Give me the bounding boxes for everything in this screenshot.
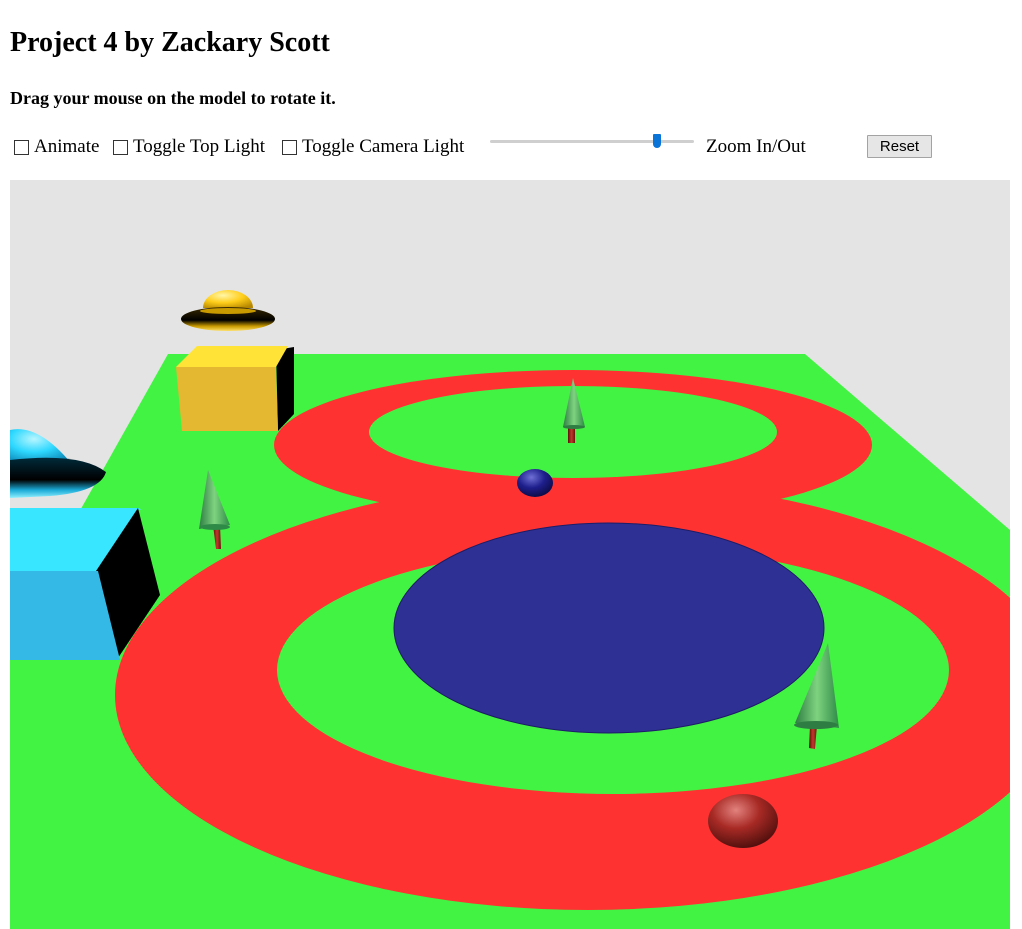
animate-label: Animate xyxy=(34,136,100,157)
cyan-ufo xyxy=(10,429,106,498)
camera-light-label: Toggle Camera Light xyxy=(302,136,465,157)
reset-button[interactable]: Reset xyxy=(867,135,932,158)
pond xyxy=(393,522,825,734)
top-light-toggle[interactable]: Toggle Top Light xyxy=(113,134,265,160)
zoom-label: Zoom In/Out xyxy=(706,136,806,157)
page-title: Project 4 by Zackary Scott xyxy=(10,27,330,58)
camera-light-toggle[interactable]: Toggle Camera Light xyxy=(282,134,464,160)
camera-light-checkbox[interactable] xyxy=(282,139,297,155)
top-light-checkbox[interactable] xyxy=(113,139,128,155)
yellow-cube xyxy=(176,346,294,431)
top-light-label: Toggle Top Light xyxy=(133,136,266,157)
blue-ball xyxy=(517,469,553,497)
scene-render[interactable] xyxy=(10,180,1010,929)
red-ball xyxy=(708,794,778,848)
yellow-ufo xyxy=(181,290,275,331)
zoom-slider-track[interactable] xyxy=(490,140,694,143)
zoom-slider-thumb[interactable] xyxy=(653,134,661,148)
animate-toggle[interactable]: Animate xyxy=(14,134,99,160)
instructions-text: Drag your mouse on the model to rotate i… xyxy=(10,88,336,108)
webgl-canvas[interactable] xyxy=(10,180,1010,929)
zoom-slider[interactable] xyxy=(490,134,694,154)
animate-checkbox[interactable] xyxy=(14,139,29,155)
